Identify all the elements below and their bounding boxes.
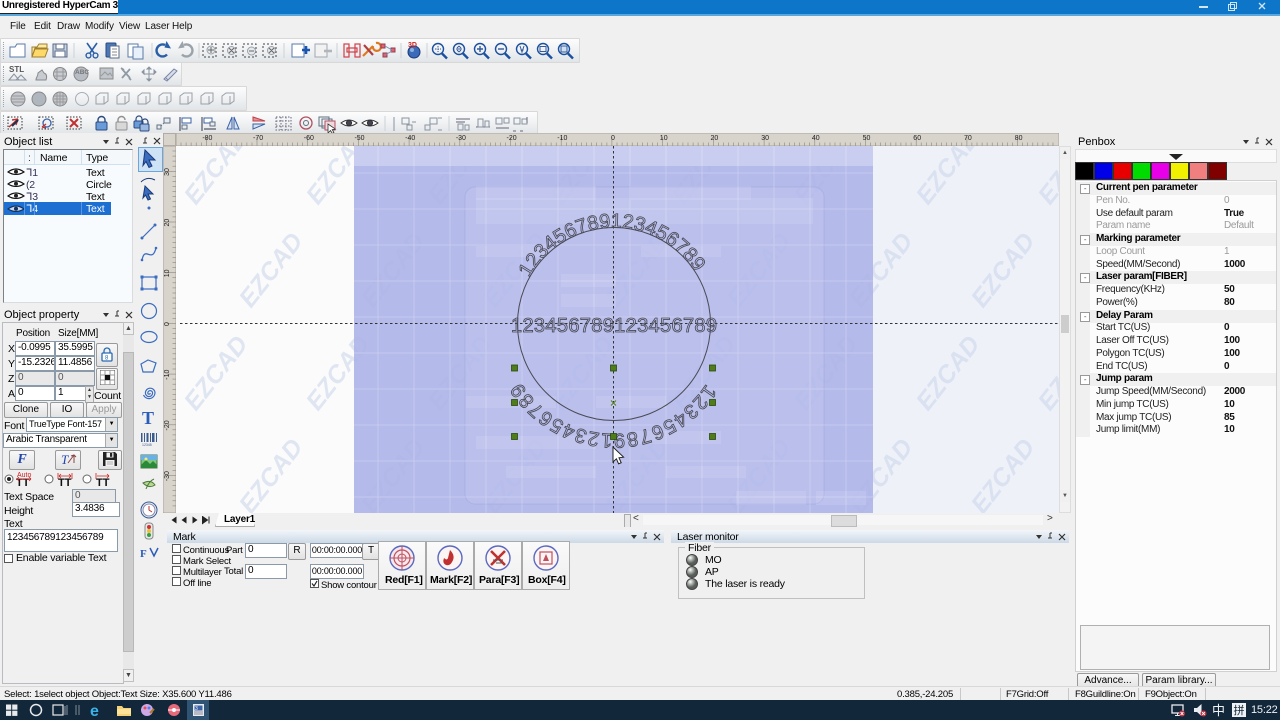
svg-text:TT: TT — [96, 477, 110, 489]
svg-text:-10: -10 — [164, 370, 171, 380]
svg-text:拼: 拼 — [1234, 703, 1245, 717]
svg-text:-70: -70 — [253, 135, 263, 142]
svg-text:123456789123456789: 123456789123456789 — [511, 315, 717, 337]
svg-text:30: 30 — [761, 135, 769, 142]
svg-text:0: 0 — [611, 135, 615, 142]
svg-text:-80: -80 — [202, 135, 212, 142]
svg-text:STL: STL — [9, 65, 24, 74]
svg-text:10: 10 — [164, 269, 171, 277]
svg-text:70: 70 — [964, 135, 972, 142]
svg-text:0: 0 — [164, 322, 171, 326]
svg-text:20: 20 — [711, 135, 719, 142]
svg-text:3D: 3D — [408, 42, 417, 49]
svg-text:EZCAD: EZCAD — [234, 228, 309, 313]
svg-text:T: T — [142, 408, 154, 428]
svg-text:3: 3 — [195, 706, 198, 712]
svg-text:TT: TT — [58, 477, 72, 489]
svg-text:-30: -30 — [164, 471, 171, 481]
svg-text:20: 20 — [164, 219, 171, 227]
svg-text:30: 30 — [164, 168, 171, 176]
svg-text:60: 60 — [913, 135, 921, 142]
svg-text:EZCAD: EZCAD — [179, 146, 254, 210]
svg-text:50: 50 — [863, 135, 871, 142]
svg-text:T: T — [61, 452, 69, 467]
svg-text:-60: -60 — [304, 135, 314, 142]
svg-text:-10: -10 — [557, 135, 567, 142]
svg-text:EZCAD: EZCAD — [179, 331, 254, 416]
svg-text:-50: -50 — [354, 135, 364, 142]
svg-text:-30: -30 — [456, 135, 466, 142]
svg-text:40: 40 — [812, 135, 820, 142]
svg-text:80: 80 — [1015, 135, 1023, 142]
svg-text:e: e — [90, 703, 99, 720]
svg-text:10: 10 — [660, 135, 668, 142]
svg-text:-20: -20 — [507, 135, 517, 142]
svg-text:F: F — [140, 548, 147, 560]
svg-text:中: 中 — [1212, 703, 1225, 718]
svg-text:ABC: ABC — [75, 69, 89, 76]
svg-text:12345: 12345 — [142, 443, 152, 447]
svg-text:EZCAD: EZCAD — [234, 434, 309, 513]
svg-text:-20: -20 — [164, 420, 171, 430]
svg-text:-40: -40 — [405, 135, 415, 142]
